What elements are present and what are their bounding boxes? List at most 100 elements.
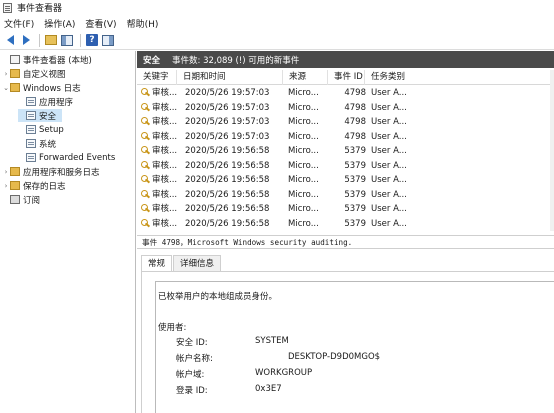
keyword-cell: 审核... <box>141 188 181 203</box>
field-value: SYSTEM <box>255 336 289 346</box>
event-count: 事件数: 32,089 (!) 可用的新事件 <box>172 55 300 66</box>
audit-key-icon <box>141 131 150 141</box>
datetime-cell: 2020/5/26 19:57:03 <box>185 102 270 113</box>
table-row[interactable]: 审核... 2020/5/26 19:56:58 Micro... 5379 User … <box>137 159 554 174</box>
tree-item-security[interactable]: 安全 <box>18 109 62 122</box>
keyword-text: 审核... <box>152 146 178 156</box>
tree-item-windows-logs[interactable]: ⌄ Windows 日志 <box>2 81 81 94</box>
column-keyword[interactable]: 关键字 <box>137 70 177 85</box>
task-category-cell: User A... <box>371 131 407 142</box>
tree-item-label: 应用程序 <box>39 97 74 108</box>
column-task-category[interactable]: 任务类别 <box>365 70 554 85</box>
keyword-cell: 审核... <box>141 173 181 188</box>
field-label: 帐户名称: <box>176 354 213 364</box>
menu-view[interactable]: 查看(V) <box>85 17 116 30</box>
keyword-text: 审核... <box>152 218 178 229</box>
table-row[interactable]: 审核... 2020/5/26 19:56:58 Micro... 5379 User … <box>137 217 554 232</box>
source-cell: Micro... <box>288 117 319 127</box>
event-id-cell: 4798 <box>344 117 366 127</box>
audit-key-icon <box>141 189 150 199</box>
field-label: 安全 ID: <box>176 338 208 348</box>
keyword-text: 审核... <box>152 160 178 171</box>
log-header: 安全 事件数: 32,089 (!) 可用的新事件 <box>137 51 554 68</box>
menu-help[interactable]: 帮助(H) <box>127 17 159 30</box>
tree-item-system[interactable]: 系统 <box>18 137 56 150</box>
table-row[interactable]: 审核... 2020/5/26 19:57:03 Micro... 4798 User … <box>137 115 554 130</box>
back-arrow-icon[interactable] <box>3 33 17 47</box>
action-pane-icon[interactable] <box>101 33 115 47</box>
task-category-cell: User A... <box>371 117 407 127</box>
tree-item-forwarded-events[interactable]: Forwarded Events <box>18 151 115 164</box>
source-cell: Micro... <box>288 102 319 113</box>
source-cell: Micro... <box>288 218 319 229</box>
column-datetime[interactable]: 日期和时间 <box>177 70 283 85</box>
tree-item-label: 系统 <box>39 139 57 150</box>
keyword-cell: 审核... <box>141 159 181 174</box>
field-label: 登录 ID: <box>176 386 208 396</box>
table-row[interactable]: 审核... 2020/5/26 19:57:03 Micro... 4798 User … <box>137 86 554 101</box>
tree-item-subscriptions[interactable]: 订阅 <box>2 193 40 206</box>
tree-item-setup[interactable]: Setup <box>18 123 64 136</box>
toolbar-separator <box>39 33 40 47</box>
tree-item-custom-views[interactable]: › 自定义视图 <box>2 67 66 80</box>
tab-details[interactable]: 详细信息 <box>173 255 222 272</box>
source-cell: Micro... <box>288 160 319 171</box>
tree-item-saved-logs[interactable]: › 保存的日志 <box>2 179 66 192</box>
source-cell: Micro... <box>288 175 319 185</box>
chevron-right-icon[interactable]: › <box>2 168 10 176</box>
table-row[interactable]: 审核... 2020/5/26 19:56:58 Micro... 5379 User … <box>137 202 554 217</box>
keyword-text: 审核... <box>152 102 178 113</box>
menu-file[interactable]: 文件(F) <box>4 17 34 30</box>
source-cell: Micro... <box>288 131 319 142</box>
subscription-icon <box>10 195 20 204</box>
event-description: 已枚举用户的本地组成员身份。 <box>158 292 278 302</box>
tree-item-root[interactable]: 事件查看器 (本地) <box>2 53 92 66</box>
source-cell: Micro... <box>288 204 319 214</box>
table-row[interactable]: 审核... 2020/5/26 19:57:03 Micro... 4798 User … <box>137 101 554 116</box>
folder-icon <box>10 83 20 92</box>
console-tree-icon[interactable] <box>60 33 74 47</box>
folder-up-icon[interactable] <box>44 33 58 47</box>
task-category-cell: User A... <box>371 189 407 200</box>
datetime-cell: 2020/5/26 19:57:03 <box>185 117 270 127</box>
keyword-text: 审核... <box>152 189 178 200</box>
log-icon <box>26 111 36 120</box>
tab-general[interactable]: 常规 <box>141 255 173 272</box>
keyword-cell: 审核... <box>141 101 181 116</box>
event-table: 关键字 日期和时间 来源 事件 ID 任务类别 审核... 2020/5/26 1… <box>137 70 554 231</box>
tree-item-application[interactable]: 应用程序 <box>18 95 73 108</box>
chevron-down-icon[interactable]: ⌄ <box>2 84 10 92</box>
table-row[interactable]: 审核... 2020/5/26 19:56:58 Micro... 5379 User … <box>137 144 554 159</box>
keyword-cell: 审核... <box>141 217 181 232</box>
keyword-cell: 审核... <box>141 130 181 145</box>
field-value: 0x3E7 <box>255 384 282 394</box>
column-source[interactable]: 来源 <box>283 70 328 85</box>
table-scrollbar[interactable] <box>550 70 554 231</box>
event-viewer-icon <box>10 55 20 64</box>
chevron-right-icon[interactable]: › <box>2 182 10 190</box>
audit-key-icon <box>141 88 150 97</box>
help-icon[interactable]: ? <box>85 33 99 47</box>
table-row[interactable]: 审核... 2020/5/26 19:57:03 Micro... 4798 User … <box>137 130 554 145</box>
audit-key-icon <box>141 175 150 184</box>
keyword-text: 审核... <box>152 131 178 142</box>
datetime-cell: 2020/5/26 19:57:03 <box>185 88 270 98</box>
tree-item-label: 应用程序和服务日志 <box>23 167 100 178</box>
datetime-cell: 2020/5/26 19:56:58 <box>185 218 270 229</box>
column-event-id[interactable]: 事件 ID <box>328 70 365 85</box>
menu-action[interactable]: 操作(A) <box>44 17 75 30</box>
forward-arrow-icon[interactable] <box>19 33 33 47</box>
table-row[interactable]: 审核... 2020/5/26 19:56:58 Micro... 5379 User … <box>137 173 554 188</box>
log-icon <box>26 125 36 134</box>
chevron-right-icon[interactable]: › <box>2 70 10 78</box>
audit-key-icon <box>141 102 150 112</box>
keyword-cell: 审核... <box>141 86 181 101</box>
tree-item-app-service-logs[interactable]: › 应用程序和服务日志 <box>2 165 100 178</box>
datetime-cell: 2020/5/26 19:56:58 <box>185 146 270 156</box>
folder-icon <box>10 167 20 176</box>
audit-key-icon <box>141 204 150 213</box>
table-row[interactable]: 审核... 2020/5/26 19:56:58 Micro... 5379 User … <box>137 188 554 203</box>
tree-item-label: Setup <box>39 124 64 135</box>
task-category-cell: User A... <box>371 204 407 214</box>
event-detail-title: 事件 4798，Microsoft Windows security audit… <box>137 235 554 249</box>
